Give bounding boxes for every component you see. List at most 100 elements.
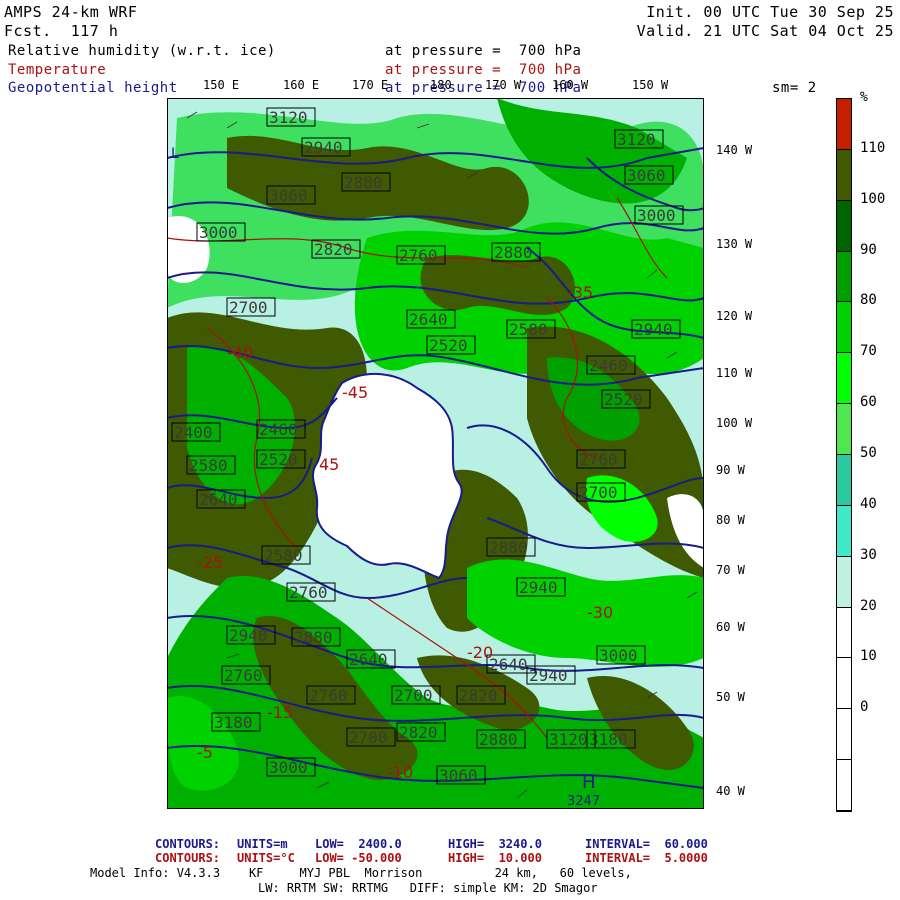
footer-height-units: UNITS=m: [237, 837, 288, 851]
footer-temp-units: UNITS=°C: [237, 851, 295, 865]
lon-label-top: 160 W: [552, 78, 589, 92]
svg-text:2460: 2460: [589, 356, 628, 375]
svg-text:2640: 2640: [199, 490, 238, 509]
lon-label-right: 100 W: [716, 416, 753, 430]
colorbar-label: 0: [860, 699, 869, 716]
svg-text:2940: 2940: [229, 626, 268, 645]
footer-temp-label: CONTOURS:: [155, 851, 221, 865]
svg-text:3060: 3060: [627, 166, 666, 185]
field-height-name: Geopotential height: [8, 80, 178, 96]
svg-text:2880: 2880: [489, 538, 528, 557]
svg-text:2640: 2640: [489, 655, 528, 674]
svg-text:2700: 2700: [579, 483, 618, 502]
lon-label-right: 50 W: [716, 690, 745, 704]
lon-label-top: 170 E: [352, 78, 389, 92]
temp-label: -40: [227, 343, 253, 362]
colorbar-unit: %: [860, 90, 868, 105]
temp-label: -20: [467, 643, 493, 662]
svg-text:2880: 2880: [494, 243, 533, 262]
temp-label: -45: [342, 383, 368, 402]
svg-text:2700: 2700: [229, 298, 268, 317]
lon-label-right: 80 W: [716, 513, 745, 527]
svg-text:2940: 2940: [634, 320, 673, 339]
svg-text:2520: 2520: [259, 450, 298, 469]
svg-text:2820: 2820: [314, 240, 353, 259]
model-title: AMPS 24-km WRF: [4, 3, 138, 21]
svg-text:3120: 3120: [269, 108, 308, 127]
footer-temp-interval: INTERVAL= 5.0000: [585, 851, 708, 865]
colorbar-label: 100: [860, 190, 886, 207]
colorbar-swatch: [837, 505, 851, 557]
temp-label: 45: [319, 455, 339, 474]
lon-label-right: 90 W: [716, 463, 745, 477]
svg-text:2580: 2580: [264, 546, 303, 565]
colorbar-swatch: [837, 149, 851, 201]
svg-text:2640: 2640: [409, 310, 448, 329]
valid-time: Valid. 21 UTC Sat 04 Oct 25: [636, 22, 894, 40]
temp-label: -10: [387, 763, 413, 782]
high-value: 3247: [567, 794, 600, 809]
svg-text:2400: 2400: [174, 423, 213, 442]
svg-text:2580: 2580: [189, 456, 228, 475]
temp-label: -5: [197, 743, 213, 762]
low-marker: L: [171, 146, 179, 162]
footer-height-low: LOW= 2400.0: [315, 837, 402, 851]
colorbar-swatch: [837, 658, 851, 710]
svg-text:3120: 3120: [617, 130, 656, 149]
temp-label: -35: [567, 283, 593, 302]
svg-text:2640: 2640: [349, 650, 388, 669]
svg-text:2460: 2460: [259, 420, 298, 439]
temp-label: -15: [267, 703, 293, 722]
colorbar-label: 110: [860, 139, 886, 156]
lon-label-top: 170 W: [485, 78, 522, 92]
colorbar-label: 30: [860, 546, 877, 563]
lon-label-right: 130 W: [716, 237, 753, 251]
svg-text:2520: 2520: [429, 336, 468, 355]
lon-label-right: 120 W: [716, 309, 753, 323]
lon-label-top: 150 W: [632, 78, 669, 92]
init-time: Init. 00 UTC Tue 30 Sep 25: [646, 3, 894, 21]
temp-label: -30: [587, 603, 613, 622]
svg-text:2880: 2880: [344, 173, 383, 192]
svg-text:2760: 2760: [309, 686, 348, 705]
colorbar-swatch: [837, 99, 851, 150]
colorbar-label: 60: [860, 394, 877, 411]
svg-text:2580: 2580: [509, 320, 548, 339]
lon-label-top: 180: [430, 78, 452, 92]
lon-label-right: 110 W: [716, 366, 753, 380]
svg-text:2760: 2760: [224, 666, 263, 685]
footer-height-label: CONTOURS:: [155, 837, 221, 851]
colorbar-swatch: [837, 200, 851, 252]
svg-text:3000: 3000: [637, 206, 676, 225]
colorbar-label: 90: [860, 241, 877, 258]
svg-text:3060: 3060: [269, 186, 308, 205]
colorbar-swatch: [837, 353, 851, 405]
lon-label-right: 70 W: [716, 563, 745, 577]
svg-text:2520: 2520: [604, 390, 643, 409]
colorbar-label: 10: [860, 648, 877, 665]
svg-text:3000: 3000: [269, 758, 308, 777]
colorbar-swatch: [837, 709, 851, 761]
footer-height-high: HIGH= 3240.0: [448, 837, 542, 851]
colorbar-label: 50: [860, 445, 877, 461]
colorbar-label: 40: [860, 495, 877, 512]
colorbar-swatch: [837, 607, 851, 659]
svg-text:2940: 2940: [304, 138, 343, 157]
svg-text:2700: 2700: [394, 686, 433, 705]
svg-text:2700: 2700: [349, 728, 388, 747]
svg-text:2760: 2760: [579, 450, 618, 469]
footer-physics-info: LW: RRTM SW: RRTMG DIFF: simple KM: 2D S…: [258, 881, 598, 895]
colorbar-label: 20: [860, 597, 877, 614]
field-rh-name: Relative humidity (w.r.t. ice): [8, 43, 276, 59]
field-temp-name: Temperature: [8, 62, 107, 78]
colorbar: [836, 98, 852, 812]
lon-label-right: 40 W: [716, 784, 745, 798]
svg-text:3060: 3060: [439, 766, 478, 785]
svg-text:2880: 2880: [479, 730, 518, 749]
field-temp-level: at pressure = 700 hPa: [385, 62, 582, 78]
colorbar-swatch: [837, 760, 851, 811]
smoothing-label: sm= 2: [772, 80, 817, 96]
weather-map[interactable]: 3120 2940 2880 3060 3000 2820 2760 2700 …: [167, 98, 704, 809]
colorbar-swatch: [837, 455, 851, 506]
lon-label-right: 140 W: [716, 143, 753, 157]
